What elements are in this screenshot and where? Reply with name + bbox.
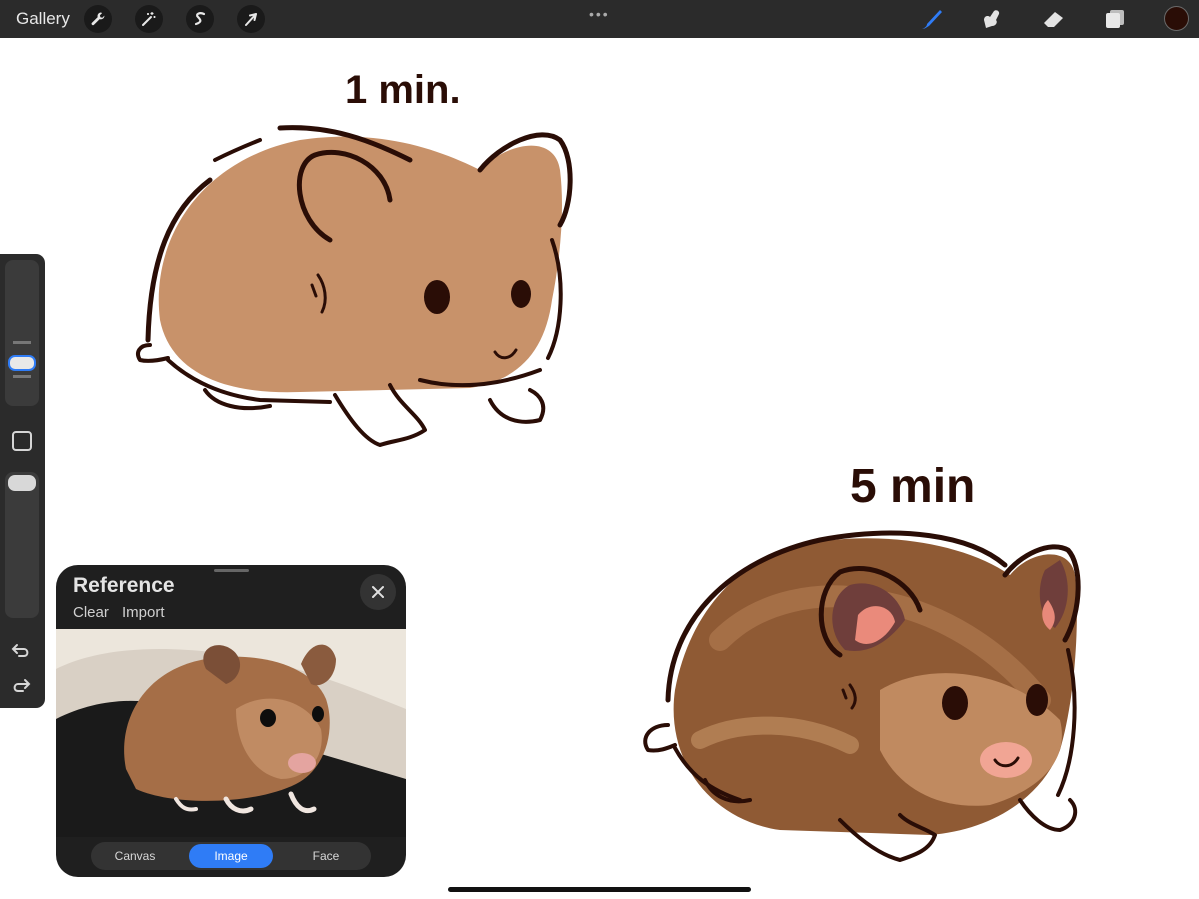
opacity-slider[interactable] xyxy=(5,472,39,618)
transform-arrow-icon[interactable] xyxy=(237,5,265,33)
brush-size-knob[interactable] xyxy=(8,355,36,371)
import-button[interactable]: Import xyxy=(122,604,165,621)
smudge-icon[interactable] xyxy=(979,5,1007,33)
opacity-knob[interactable] xyxy=(8,475,36,491)
reference-title: Reference xyxy=(73,574,175,597)
gallery-button[interactable]: Gallery xyxy=(16,9,70,29)
reference-mode-tabs: Canvas Image Face xyxy=(91,842,371,870)
reference-panel[interactable]: Reference Clear Import Canvas Image Face xyxy=(56,565,406,877)
panel-grabber[interactable] xyxy=(214,569,249,572)
modify-square-icon[interactable] xyxy=(12,431,32,451)
tab-canvas[interactable]: Canvas xyxy=(91,844,179,868)
brush-icon[interactable] xyxy=(918,5,946,33)
top-toolbar: Gallery ••• xyxy=(0,0,1199,38)
label-1-min: 1 min. xyxy=(345,68,461,112)
hamster-1-min xyxy=(136,125,573,447)
eraser-icon[interactable] xyxy=(1040,5,1068,33)
color-swatch[interactable] xyxy=(1164,6,1189,31)
left-sidebar xyxy=(0,254,45,708)
hamster-5-min xyxy=(643,530,1081,862)
brush-size-slider[interactable] xyxy=(5,260,39,406)
layers-icon[interactable] xyxy=(1101,5,1129,33)
magic-wand-icon[interactable] xyxy=(135,5,163,33)
close-button[interactable] xyxy=(360,574,396,610)
label-5-min: 5 min xyxy=(850,460,975,513)
close-icon xyxy=(372,586,384,598)
slider-tick xyxy=(13,375,31,378)
redo-icon[interactable] xyxy=(10,674,32,696)
selection-s-icon[interactable] xyxy=(186,5,214,33)
undo-icon[interactable] xyxy=(10,639,32,661)
tab-face[interactable]: Face xyxy=(281,844,371,868)
more-menu-icon[interactable]: ••• xyxy=(589,6,610,22)
home-indicator[interactable] xyxy=(448,887,751,892)
slider-tick xyxy=(13,341,31,344)
wrench-icon[interactable] xyxy=(84,5,112,33)
tab-image[interactable]: Image xyxy=(189,844,273,868)
clear-button[interactable]: Clear xyxy=(73,604,109,621)
reference-photo xyxy=(56,629,406,837)
